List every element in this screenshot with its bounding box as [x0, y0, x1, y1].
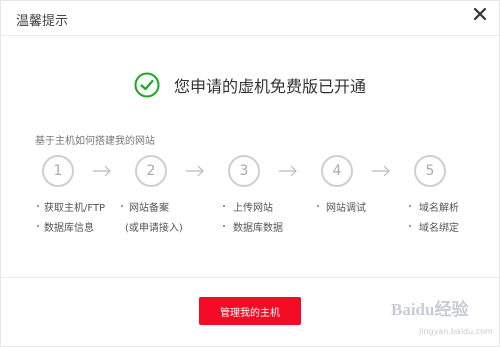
bullet [37, 205, 39, 207]
bullet [409, 225, 411, 227]
dialog-title: 温馨提示 [16, 14, 69, 29]
step-5-item: 域名解析 [419, 203, 459, 214]
step-2-circle: 2 [135, 155, 167, 187]
arrow-right-icon [279, 165, 297, 177]
step-1-item: 获取主机/FTP [44, 203, 106, 214]
bullet [409, 205, 411, 207]
step-number: 4 [332, 163, 342, 179]
step-1-circle: 1 [42, 155, 74, 187]
step-4-circle: 4 [321, 155, 353, 187]
arrow-right-icon [93, 165, 111, 177]
footer-divider [1, 277, 499, 278]
guide-heading: 基于主机如何搭建我的网站 [35, 136, 155, 147]
step-3-item: 上传网站 [233, 203, 273, 214]
success-message: 您申请的虚机免费版已开通 [174, 77, 367, 96]
success-banner: 您申请的虚机免费版已开通 [134, 72, 366, 98]
bullet [223, 225, 225, 227]
step-3-item: 数据库数据 [233, 223, 283, 234]
check-circle-icon [134, 72, 160, 98]
dialog: 温馨提示 您申请的虚机免费版已开通 基于主机如何搭建我的网站 1 2 3 4 5 [0, 0, 500, 347]
step-5-circle: 5 [414, 155, 446, 187]
close-icon[interactable] [471, 5, 489, 23]
step-number: 1 [53, 163, 63, 179]
bullet [223, 205, 225, 207]
step-2-item: 网站备案 [129, 203, 169, 214]
manage-host-button[interactable]: 管理我的主机 [199, 297, 301, 325]
baidu-jingyan-watermark: Baidu经验 [391, 300, 469, 319]
step-number: 5 [425, 163, 435, 179]
step-3-circle: 3 [228, 155, 260, 187]
step-1-item: 数据库信息 [44, 223, 94, 234]
bullet [317, 205, 319, 207]
step-number: 3 [239, 163, 249, 179]
step-5-item: 域名绑定 [419, 223, 459, 234]
step-2-item: (或申请接入) [125, 223, 183, 234]
step-4-item: 网站调试 [326, 203, 366, 214]
watermark-url: jingyan.baidu.com [419, 327, 493, 336]
bullet [121, 205, 123, 207]
arrow-right-icon [372, 165, 390, 177]
header-divider [1, 35, 499, 36]
arrow-right-icon [186, 165, 204, 177]
bullet [37, 225, 39, 227]
step-number: 2 [146, 163, 156, 179]
